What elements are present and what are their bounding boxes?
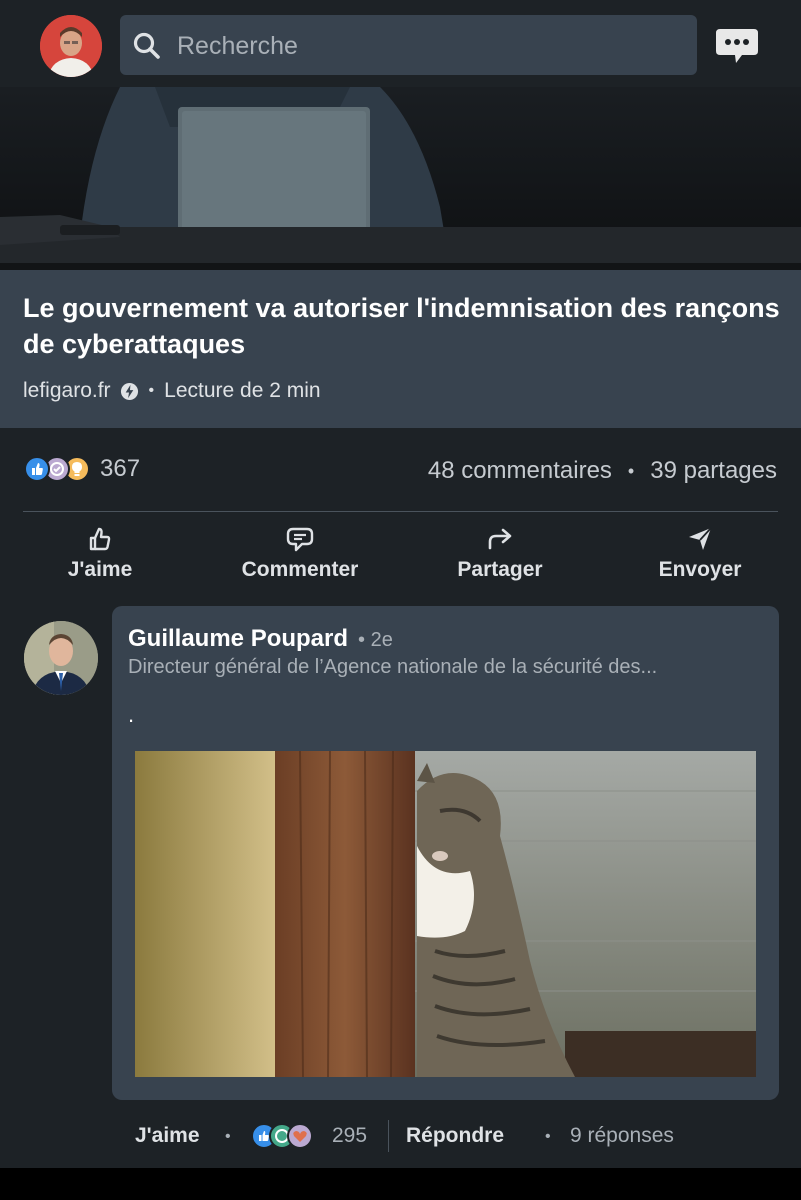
comment-image[interactable] [135,751,756,1077]
like-reaction-icon [24,456,50,482]
comment-label: Commenter [241,558,359,581]
replies-separator: • [545,1128,551,1145]
article-meta: lefigaro.fr • Lecture de 2 min [23,379,321,403]
comment-separator: • [225,1128,231,1145]
search-icon [133,32,160,59]
article-card[interactable]: Le gouvernement va autoriser l'indemnisa… [0,270,801,428]
comment-reactions[interactable] [250,1122,322,1150]
commenter-name[interactable]: Guillaume Poupard [128,625,348,653]
social-counts: 367 48 commentaires • 39 partages [0,428,801,512]
share-button[interactable]: Partager [400,520,600,582]
like-button[interactable]: J'aime [0,520,200,582]
like-icon [89,527,111,551]
divider [23,511,778,512]
shares-count[interactable]: 39 partages [650,457,777,485]
connection-degree: • 2e [358,629,393,651]
counts-separator: • [627,461,635,481]
article-title[interactable]: Le gouvernement va autoriser l'indemnisa… [23,290,783,362]
send-label: Envoyer [658,558,742,581]
search-bar[interactable]: Recherche [120,15,697,75]
comment-button[interactable]: Commenter [200,520,400,582]
engagement-counts: 48 commentaires • 39 partages [428,457,777,485]
top-bar: Recherche [0,0,801,88]
meta-separator: • [148,382,155,399]
comment-actions: J'aime • 295 Répondre • 9 réponses [0,1118,801,1158]
share-icon [488,528,512,550]
like-label: J'aime [67,558,133,581]
flash-icon [120,382,138,400]
reply-button[interactable]: Répondre [406,1124,504,1148]
comment-text: . [128,702,135,727]
reactions-summary[interactable]: 367 [24,455,140,483]
commenter-avatar[interactable] [24,621,98,695]
post-actions: J'aime Commenter Partager Envoyer [0,520,801,600]
bottom-edge [0,1168,801,1200]
messaging-icon[interactable] [714,27,760,65]
send-icon [689,527,712,550]
article-source: lefigaro.fr [23,379,111,402]
comment-bubble[interactable]: Guillaume Poupard • 2e Directeur général… [112,606,779,1100]
share-label: Partager [457,558,543,581]
comment-icon [286,527,314,552]
reactions-count: 367 [100,455,141,482]
commenter-name-row: Guillaume Poupard • 2e [128,625,393,653]
send-button[interactable]: Envoyer [600,520,800,582]
commenter-headline: Directeur général de l’Agence nationale … [128,656,658,678]
comment-reaction-icons [251,1123,313,1149]
search-placeholder: Recherche [177,32,298,60]
my-avatar[interactable] [40,15,102,77]
comments-count[interactable]: 48 commentaires [428,457,612,485]
article-image[interactable] [0,87,801,270]
replies-count[interactable]: 9 réponses [570,1124,674,1148]
comment-like-button[interactable]: J'aime [135,1124,200,1148]
comment-reaction-count: 295 [332,1124,368,1147]
article-read-time: Lecture de 2 min [164,379,321,402]
divider [388,1120,389,1152]
